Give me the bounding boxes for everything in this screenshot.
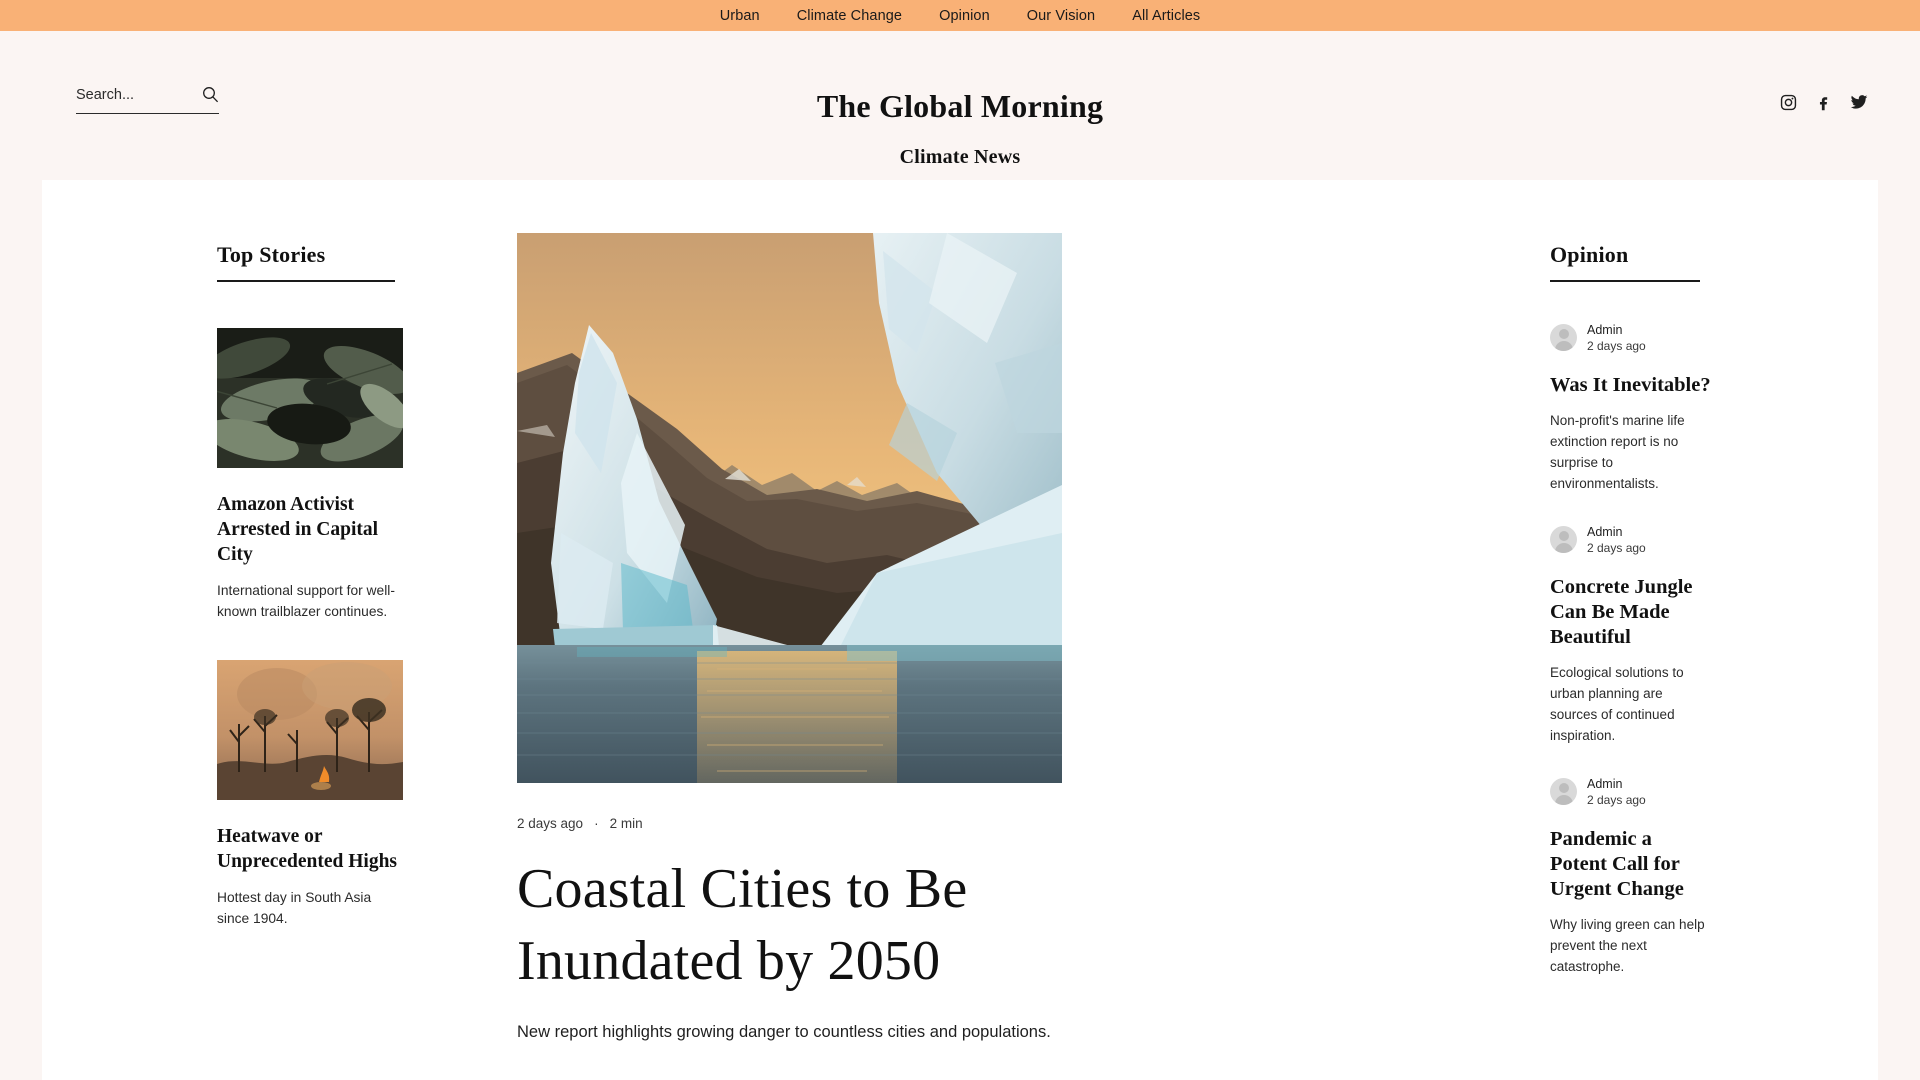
story-thumbnail-wildfire[interactable] [217,659,403,800]
featured-article: 2 days ago · 2 min Coastal Cities to Be … [472,180,1448,1080]
opinion-heading: Opinion [1550,242,1629,267]
featured-article-description: New report highlights growing danger to … [517,1023,1051,1041]
post-date: 2 days ago [1587,540,1646,555]
list-item[interactable]: Admin 2 days ago Pandemic a Potent Call … [1550,776,1712,977]
post-date: 2 days ago [1587,338,1646,353]
author-name: Admin [1587,322,1623,337]
list-item[interactable]: Admin 2 days ago Concrete Jungle Can Be … [1550,524,1712,746]
social-links [1780,93,1868,111]
top-stories-column: Top Stories Amazon Activist Arrested in … [42,180,472,1080]
list-item[interactable]: Amazon Activist Arrested in Capital City… [217,327,403,622]
list-item[interactable]: Admin 2 days ago Was It Inevitable? Non-… [1550,322,1712,494]
opinion-title[interactable]: Was It Inevitable? [1550,373,1712,398]
primary-navigation: Urban Climate Change Opinion Our Vision … [0,0,1920,31]
site-subtitle: Climate News [899,146,1021,168]
content-area: Top Stories Amazon Activist Arrested in … [42,180,1878,1080]
avatar [1550,324,1577,352]
featured-article-readtime: 2 min [609,816,643,831]
story-description: International support for well-known tra… [217,582,395,619]
meta-separator: · [594,816,599,831]
nav-item-climate-change[interactable]: Climate Change [797,8,902,24]
avatar [1550,526,1577,554]
opinion-divider [1550,280,1700,282]
post-date: 2 days ago [1587,792,1646,807]
featured-article-title[interactable]: Coastal Cities to Be Inundated by 2050 [517,853,1077,997]
list-item[interactable]: Heatwave or Unprecedented Highs Hottest … [217,659,403,929]
opinion-column: Opinion Admin 2 days ago Was It Inevitab… [1448,180,1878,1080]
author-name: Admin [1587,776,1623,791]
opinion-title[interactable]: Concrete Jungle Can Be Made Beautiful [1550,575,1712,650]
avatar [1550,778,1577,806]
facebook-icon[interactable] [1815,94,1832,111]
featured-article-meta: 2 days ago · 2 min [517,816,1448,831]
nav-item-all-articles[interactable]: All Articles [1132,8,1200,24]
top-stories-heading: Top Stories [217,242,326,267]
story-thumbnail-leaves[interactable] [217,327,403,468]
opinion-author: Admin 2 days ago [1550,524,1712,556]
opinion-description: Ecological solutions to urban planning a… [1550,664,1684,743]
top-stories-divider [217,280,395,282]
opinion-title[interactable]: Pandemic a Potent Call for Urgent Change [1550,827,1712,902]
instagram-icon[interactable] [1780,94,1797,111]
story-title[interactable]: Amazon Activist Arrested in Capital City [217,492,403,567]
nav-item-our-vision[interactable]: Our Vision [1027,8,1095,24]
site-title: The Global Morning [816,88,1104,124]
story-title[interactable]: Heatwave or Unprecedented Highs [217,824,403,874]
nav-item-opinion[interactable]: Opinion [939,8,990,24]
story-description: Hottest day in South Asia since 1904. [217,889,372,926]
opinion-description: Non-profit's marine life extinction repo… [1550,412,1685,491]
opinion-author: Admin 2 days ago [1550,776,1712,808]
nav-item-urban[interactable]: Urban [720,8,760,24]
twitter-icon[interactable] [1850,93,1868,111]
opinion-description: Why living green can help prevent the ne… [1550,916,1705,974]
featured-article-image[interactable] [517,233,1062,783]
brand: The Global Morning Climate News [0,88,1920,169]
author-name: Admin [1587,524,1623,539]
opinion-author: Admin 2 days ago [1550,322,1712,354]
masthead: The Global Morning Climate News [0,31,1920,180]
featured-article-date: 2 days ago [517,816,584,831]
